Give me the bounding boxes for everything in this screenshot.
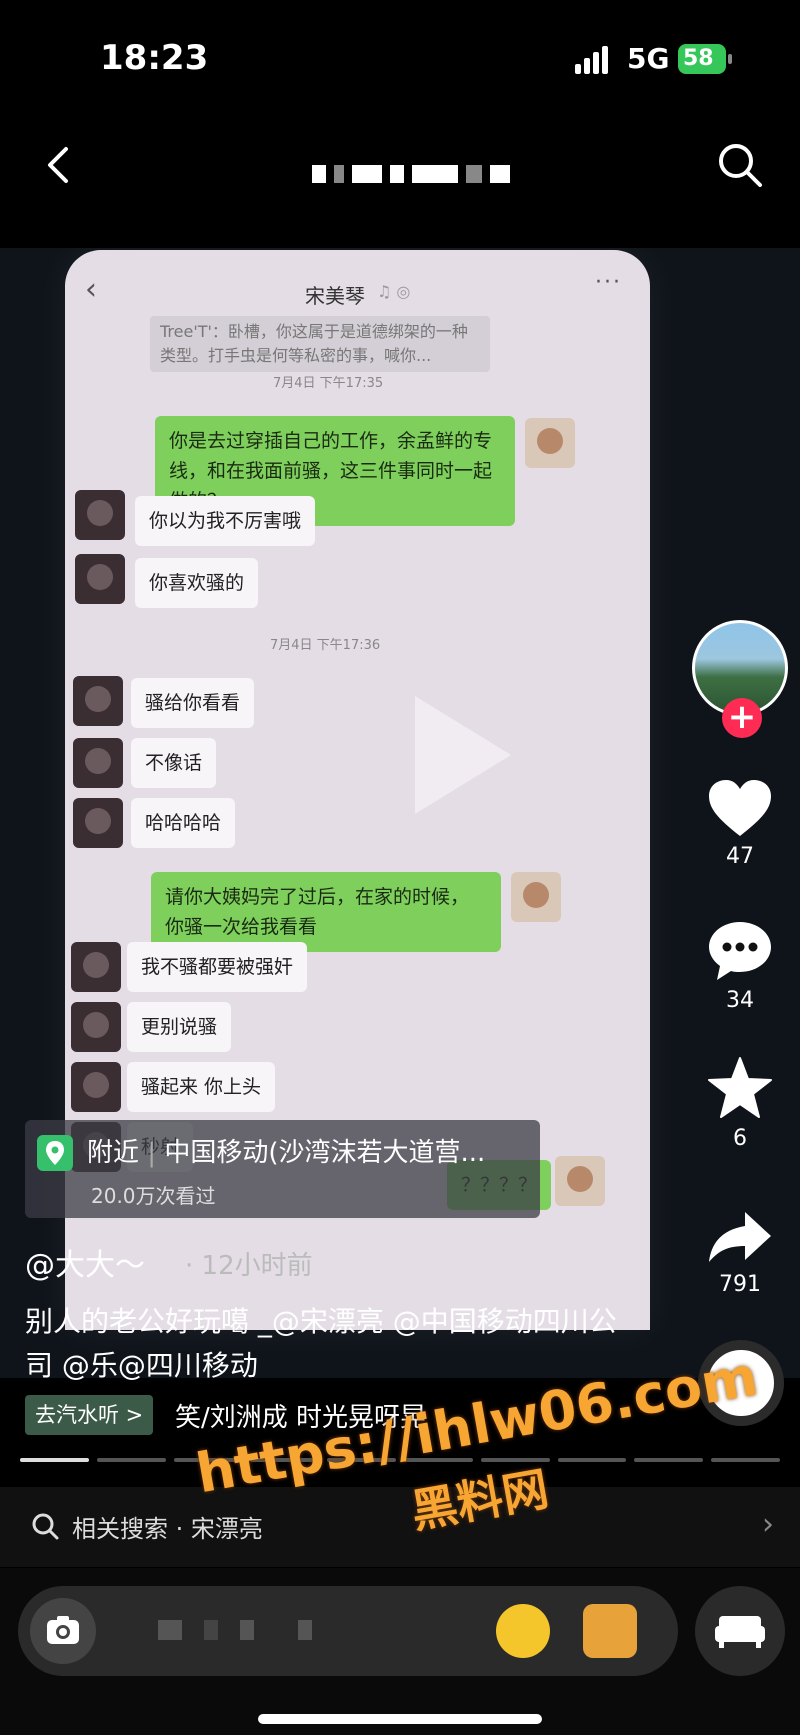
favorite-button[interactable]: 6 bbox=[690, 1056, 790, 1151]
camera-icon bbox=[47, 1616, 79, 1644]
emoji-face-icon[interactable] bbox=[496, 1604, 550, 1658]
home-indicator bbox=[258, 1714, 542, 1724]
chat-bubble-received: 更别说骚 bbox=[127, 1002, 232, 1052]
share-arrow-icon bbox=[709, 1212, 771, 1262]
music-row[interactable]: 去汽水听 > 笑/刘洲成 时光晃呀晃 bbox=[25, 1395, 625, 1435]
chat-bubble-received: 骚给你看看 bbox=[131, 678, 255, 728]
contact-avatar bbox=[71, 942, 121, 992]
chat-bubble-sent: 请你大姨妈完了过后，在家的时候，你骚一次给我看看 bbox=[151, 872, 501, 952]
chat-bubble-received: 你以为我不厉害哦 bbox=[135, 496, 316, 546]
location-tag[interactable]: 附近 | 中国移动(沙湾沫若大道营... 20.0万次看过 bbox=[25, 1120, 540, 1218]
heart-icon bbox=[709, 780, 771, 836]
chat-back-icon: ‹ bbox=[85, 272, 97, 307]
sofa-button[interactable] bbox=[695, 1586, 785, 1676]
blurred-input-placeholder bbox=[158, 1620, 312, 1640]
more-icon: ··· bbox=[595, 270, 622, 295]
search-button[interactable] bbox=[710, 135, 770, 195]
sofa-icon bbox=[715, 1616, 765, 1648]
search-icon bbox=[32, 1513, 59, 1540]
comment-input[interactable] bbox=[18, 1586, 678, 1676]
quoted-message: Tree'T'：卧槽，你这属于是道德绑架的一种类型。打手虫是何等私密的事，喊你.… bbox=[150, 316, 490, 372]
status-bar: 18:23 5G 58 bbox=[0, 0, 800, 110]
follow-button[interactable]: + bbox=[722, 698, 762, 738]
location-views: 20.0万次看过 bbox=[91, 1184, 216, 1208]
chat-timestamp: 7月4日 下午17:36 bbox=[270, 638, 381, 653]
search-icon bbox=[719, 144, 762, 187]
chat-timestamp: 7月4日 下午17:35 bbox=[273, 376, 384, 391]
chat-bubble-received: 你喜欢骚的 bbox=[135, 558, 259, 608]
chat-header: ‹ 宋美琴 ♫ ◎ ··· bbox=[65, 250, 650, 320]
comment-icon bbox=[709, 922, 771, 980]
post-time: · 12小时前 bbox=[185, 1251, 313, 1281]
share-button[interactable]: 791 bbox=[690, 1210, 790, 1297]
post-caption[interactable]: 别人的老公好玩噶 _@宋漂亮 @中国移动四川公司 @乐@四川移动 bbox=[25, 1300, 635, 1388]
favorite-count: 6 bbox=[733, 1126, 747, 1151]
signal-icon bbox=[575, 46, 615, 74]
chat-bubble-received: 我不骚都要被强奸 bbox=[127, 942, 308, 992]
contact-avatar bbox=[73, 676, 123, 726]
chat-contact-name: 宋美琴 bbox=[305, 284, 365, 308]
share-count: 791 bbox=[719, 1272, 761, 1297]
comment-button[interactable]: 34 bbox=[690, 920, 790, 1013]
music-chip-button[interactable]: 去汽水听 > bbox=[25, 1395, 154, 1435]
network-label: 5G bbox=[627, 42, 670, 75]
star-icon bbox=[708, 1057, 772, 1118]
camera-button[interactable] bbox=[30, 1598, 96, 1664]
contact-avatar bbox=[73, 738, 123, 788]
status-time: 18:23 bbox=[100, 38, 209, 78]
like-button[interactable]: 47 bbox=[690, 778, 790, 869]
blurred-title bbox=[312, 162, 510, 186]
chat-bubble-received: 哈哈哈哈 bbox=[131, 798, 236, 848]
location-pin-icon bbox=[37, 1135, 73, 1171]
chevron-right-icon: › bbox=[762, 1507, 774, 1542]
author-handle[interactable]: @大大～ bbox=[25, 1240, 145, 1284]
battery-icon: 58 bbox=[678, 44, 732, 74]
back-button[interactable] bbox=[30, 135, 90, 195]
my-avatar bbox=[511, 872, 561, 922]
sticker-cat-icon[interactable] bbox=[583, 1604, 637, 1658]
related-search-label: 相关搜索 · 宋漂亮 bbox=[72, 1515, 263, 1543]
music-title: 笑/刘洲成 时光晃呀晃 bbox=[175, 1403, 427, 1433]
mute-icon: ♫ ◎ bbox=[377, 282, 411, 301]
location-label: 附近 bbox=[87, 1138, 140, 1168]
contact-avatar bbox=[71, 1002, 121, 1052]
battery-level: 58 bbox=[683, 46, 714, 71]
my-avatar bbox=[525, 418, 575, 468]
my-avatar bbox=[555, 1156, 605, 1206]
chat-bubble-received: 不像话 bbox=[131, 738, 217, 788]
chat-bubble-received: 骚起来 你上头 bbox=[127, 1062, 276, 1112]
bottom-input-bar bbox=[0, 1568, 800, 1735]
top-nav bbox=[0, 120, 800, 210]
comment-count: 34 bbox=[726, 988, 754, 1013]
contact-avatar bbox=[75, 490, 125, 540]
chevron-left-icon bbox=[48, 147, 68, 183]
like-count: 47 bbox=[726, 844, 754, 869]
contact-avatar bbox=[75, 554, 125, 604]
play-icon[interactable] bbox=[407, 690, 517, 820]
location-title: 附近 | 中国移动(沙湾沫若大道营... bbox=[87, 1138, 486, 1168]
contact-avatar bbox=[73, 798, 123, 848]
music-disc-icon[interactable] bbox=[698, 1340, 784, 1426]
contact-avatar bbox=[71, 1062, 121, 1112]
video-progress[interactable] bbox=[20, 1458, 780, 1462]
location-name: 中国移动(沙湾沫若大道营... bbox=[164, 1138, 486, 1168]
related-search-bar[interactable]: 相关搜索 · 宋漂亮 › bbox=[0, 1487, 800, 1567]
